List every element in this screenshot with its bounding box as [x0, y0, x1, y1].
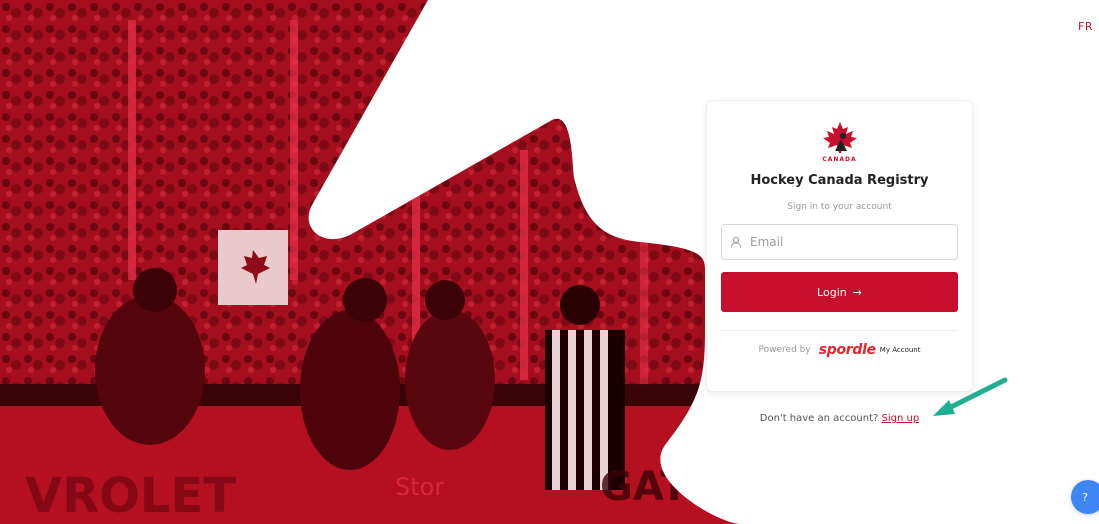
login-card: CANADA Hockey Canada Registry Sign in to… [706, 100, 973, 392]
svg-text:GAT: GAT [600, 464, 689, 510]
card-divider [721, 330, 958, 331]
my-account-label: My Account [879, 346, 921, 354]
signup-prompt: Don't have an account? [759, 413, 879, 424]
registry-title: Hockey Canada Registry [750, 173, 929, 188]
email-input[interactable] [748, 234, 949, 250]
logo-text: CANADA [822, 156, 857, 163]
powered-by-row: Powered by spordle My Account [721, 342, 958, 358]
annotation-arrow-icon [933, 377, 1008, 416]
svg-text:VROLET: VROLET [25, 468, 236, 524]
language-toggle[interactable]: FR [1078, 20, 1093, 33]
help-button[interactable]: ? [1071, 480, 1099, 514]
svg-text:Stor: Stor [395, 473, 444, 501]
spordle-logo: spordle [818, 342, 876, 358]
hockey-canada-logo: CANADA [721, 121, 958, 163]
arrow-right-icon: → [852, 285, 862, 299]
powered-by-label: Powered by [758, 345, 811, 355]
user-icon [731, 236, 741, 248]
maple-leaf-logo-icon [822, 122, 857, 153]
login-button[interactable]: Login → [721, 272, 958, 312]
signin-subtitle: Sign in to your account [787, 202, 892, 212]
help-label: ? [1082, 490, 1088, 504]
signup-link[interactable]: Sign up [882, 413, 920, 424]
login-label: Login [817, 285, 847, 299]
email-field[interactable] [721, 224, 958, 260]
